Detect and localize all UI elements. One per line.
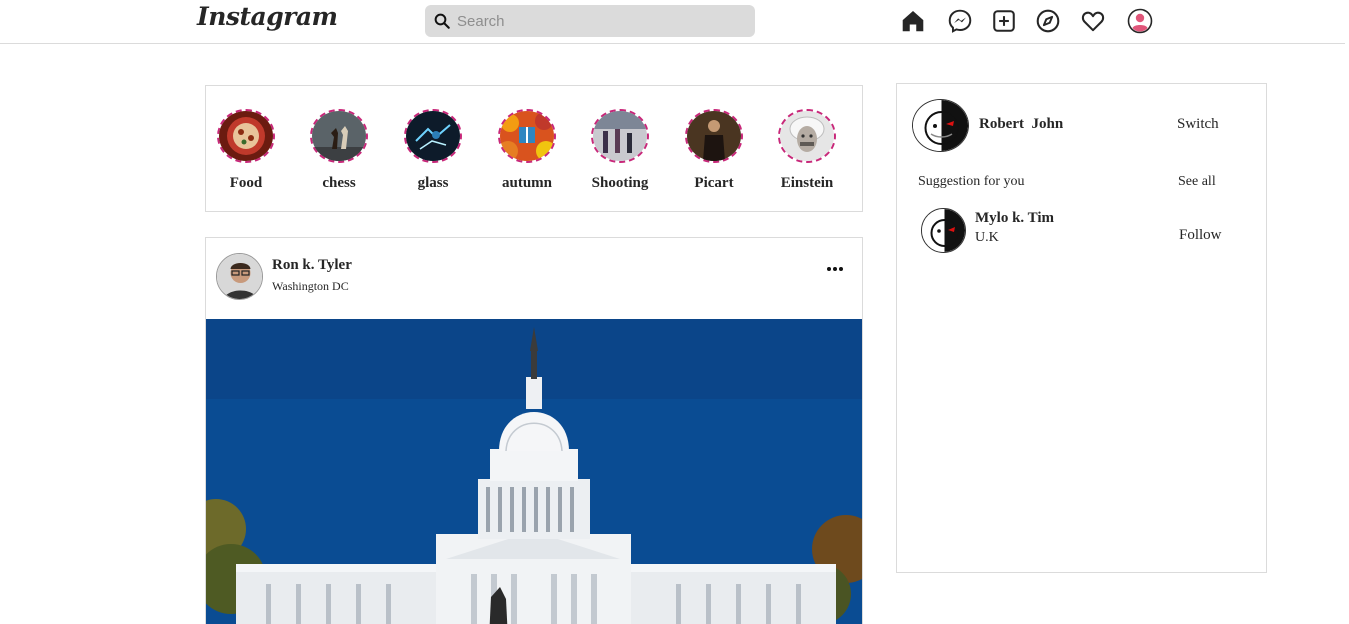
story-label: Picart [694,175,734,191]
story-label: Einstein [780,175,834,191]
story-thumbnail[interactable] [310,109,368,163]
shooting-story-image [593,111,647,161]
feed-post: Ron k. Tyler Washington DC [205,237,863,624]
story-thumbnail[interactable] [778,109,836,163]
follow-button[interactable]: Follow [1179,227,1222,244]
sidebar-panel: Robert John Switch Suggestion for you Se… [896,83,1267,573]
search-icon [434,13,450,29]
story-label: chess [322,175,356,191]
new-post-icon[interactable] [991,8,1017,34]
story-label: Shooting [591,175,649,191]
story-food[interactable]: Food [206,109,286,192]
top-navigation-bar: Instagram [0,0,1345,44]
suggestion-subtitle: U.K [975,230,999,245]
switch-account-link[interactable]: Switch [1177,116,1219,133]
einstein-story-image [780,111,834,161]
suggestion-name[interactable]: Mylo k. Tim [975,210,1054,227]
story-label: autumn [501,175,553,191]
search-box[interactable] [425,5,755,37]
see-all-link[interactable]: See all [1178,174,1216,190]
story-chess[interactable]: chess [299,109,379,192]
explore-icon[interactable] [1035,8,1061,34]
story-einstein[interactable]: Einstein [767,109,847,192]
current-user-name[interactable]: Robert John [979,116,1063,133]
messenger-icon[interactable] [947,8,973,34]
profile-avatar-icon[interactable] [1127,8,1153,34]
story-shooting[interactable]: Shooting [580,109,660,192]
current-user-avatar[interactable] [912,99,969,152]
story-thumbnail[interactable] [498,109,556,163]
activity-heart-icon[interactable] [1080,8,1106,34]
story-label: Food [229,175,263,191]
suggestion-avatar[interactable] [921,208,966,253]
food-story-image [219,111,273,161]
post-author-avatar[interactable] [216,253,263,300]
story-thumbnail[interactable] [685,109,743,163]
story-thumbnail[interactable] [404,109,462,163]
home-icon[interactable] [900,8,926,34]
more-options-icon[interactable] [822,260,848,278]
post-header: Ron k. Tyler Washington DC [206,238,862,319]
post-image[interactable] [206,319,862,624]
search-input[interactable] [457,9,747,33]
story-thumbnail[interactable] [591,109,649,163]
story-picart[interactable]: Picart [674,109,754,192]
instagram-logo[interactable]: Instagram [197,2,338,31]
story-autumn[interactable]: autumn [487,109,567,192]
suggestions-heading: Suggestion for you [918,174,1025,189]
chess-story-image [312,111,366,161]
glass-story-image [406,111,460,161]
story-thumbnail[interactable] [217,109,275,163]
stories-tray: Food chess glass autumn Shooting Picart … [205,85,863,212]
post-location: Washington DC [272,279,349,293]
story-label: glass [417,175,449,191]
autumn-story-image [500,111,554,161]
picart-story-image [687,111,741,161]
story-glass[interactable]: glass [393,109,473,192]
post-username[interactable]: Ron k. Tyler [272,257,352,274]
